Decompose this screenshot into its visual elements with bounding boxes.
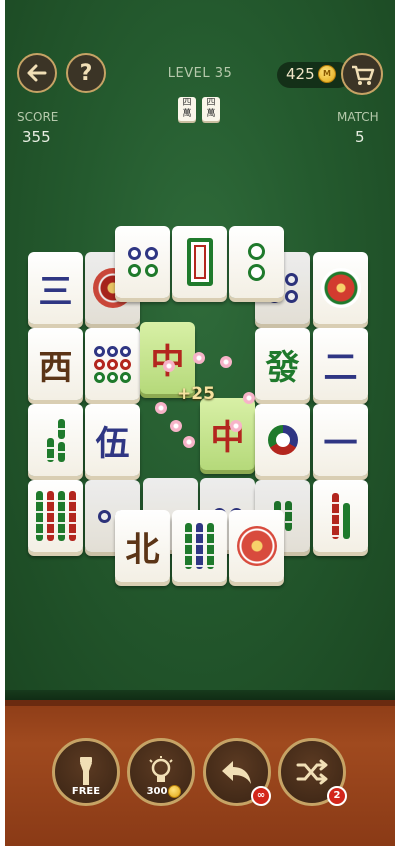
- cart-icon: [352, 65, 375, 85]
- last-matched-tile: 四萬: [178, 97, 196, 121]
- undo-icon: [222, 761, 251, 784]
- tile-orchid[interactable]: [313, 252, 368, 324]
- coin-icon: M: [318, 65, 336, 83]
- blossom-effect: [230, 420, 242, 432]
- last-matched-tile: 四萬: [202, 97, 220, 121]
- bamboo-plant-icon: [331, 493, 350, 539]
- chrysanthemum-icon: [236, 526, 277, 566]
- shop-button[interactable]: [341, 53, 383, 95]
- lightbulb-icon: [149, 756, 173, 782]
- tile-bamboo-season[interactable]: [313, 480, 368, 552]
- coin-icon: [168, 785, 181, 798]
- shuffle-icon: [296, 759, 328, 785]
- tile-circle-one[interactable]: [255, 404, 310, 476]
- blossom-effect: [183, 436, 195, 448]
- tile-west-wind[interactable]: 西: [28, 328, 83, 400]
- tile-circle-two[interactable]: [229, 226, 284, 298]
- tile-circle-nine[interactable]: [85, 328, 140, 400]
- flashlight-label: FREE: [71, 786, 101, 797]
- tile-red-dragon-selected[interactable]: 中: [200, 398, 255, 470]
- tile-character-one[interactable]: 一: [313, 404, 368, 476]
- score-label: SCORE: [17, 110, 59, 124]
- white-dragon-icon: [186, 238, 213, 286]
- flashlight-icon: [80, 757, 92, 785]
- tile-character-five[interactable]: 伍: [85, 404, 140, 476]
- tile-north-wind[interactable]: 北: [115, 510, 170, 582]
- coin-count: 425: [286, 65, 315, 83]
- tile-bamboo-four[interactable]: [172, 510, 227, 582]
- tile-white-dragon[interactable]: [172, 226, 227, 298]
- orchid-icon: [320, 268, 361, 308]
- tile-bamboo-eight[interactable]: [28, 480, 83, 552]
- score-value: 355: [22, 128, 51, 146]
- tile-green-dragon[interactable]: 發: [255, 328, 310, 400]
- match-value: 5: [355, 128, 365, 146]
- blossom-effect: [243, 392, 255, 404]
- blossom-effect: [220, 356, 232, 368]
- match-label: MATCH: [337, 110, 379, 124]
- blossom-effect: [155, 402, 167, 414]
- bonus-points: +25: [177, 384, 215, 404]
- circle-one-icon: [267, 425, 298, 455]
- blossom-effect: [193, 352, 205, 364]
- shuffle-badge: 2: [327, 786, 347, 806]
- tile-circle-four[interactable]: [115, 226, 170, 298]
- blossom-effect: [163, 360, 175, 372]
- tile-chrysanthemum[interactable]: [229, 510, 284, 582]
- undo-badge: ∞: [251, 786, 271, 806]
- blossom-effect: [170, 420, 182, 432]
- game-frame: ? LEVEL 35 425 M 四萬 四萬 SCORE 355 MATCH 5…: [5, 0, 395, 846]
- tile-character-two[interactable]: 二: [313, 328, 368, 400]
- tile-bamboo-three[interactable]: [28, 404, 83, 476]
- tile-character-three[interactable]: 三: [28, 252, 83, 324]
